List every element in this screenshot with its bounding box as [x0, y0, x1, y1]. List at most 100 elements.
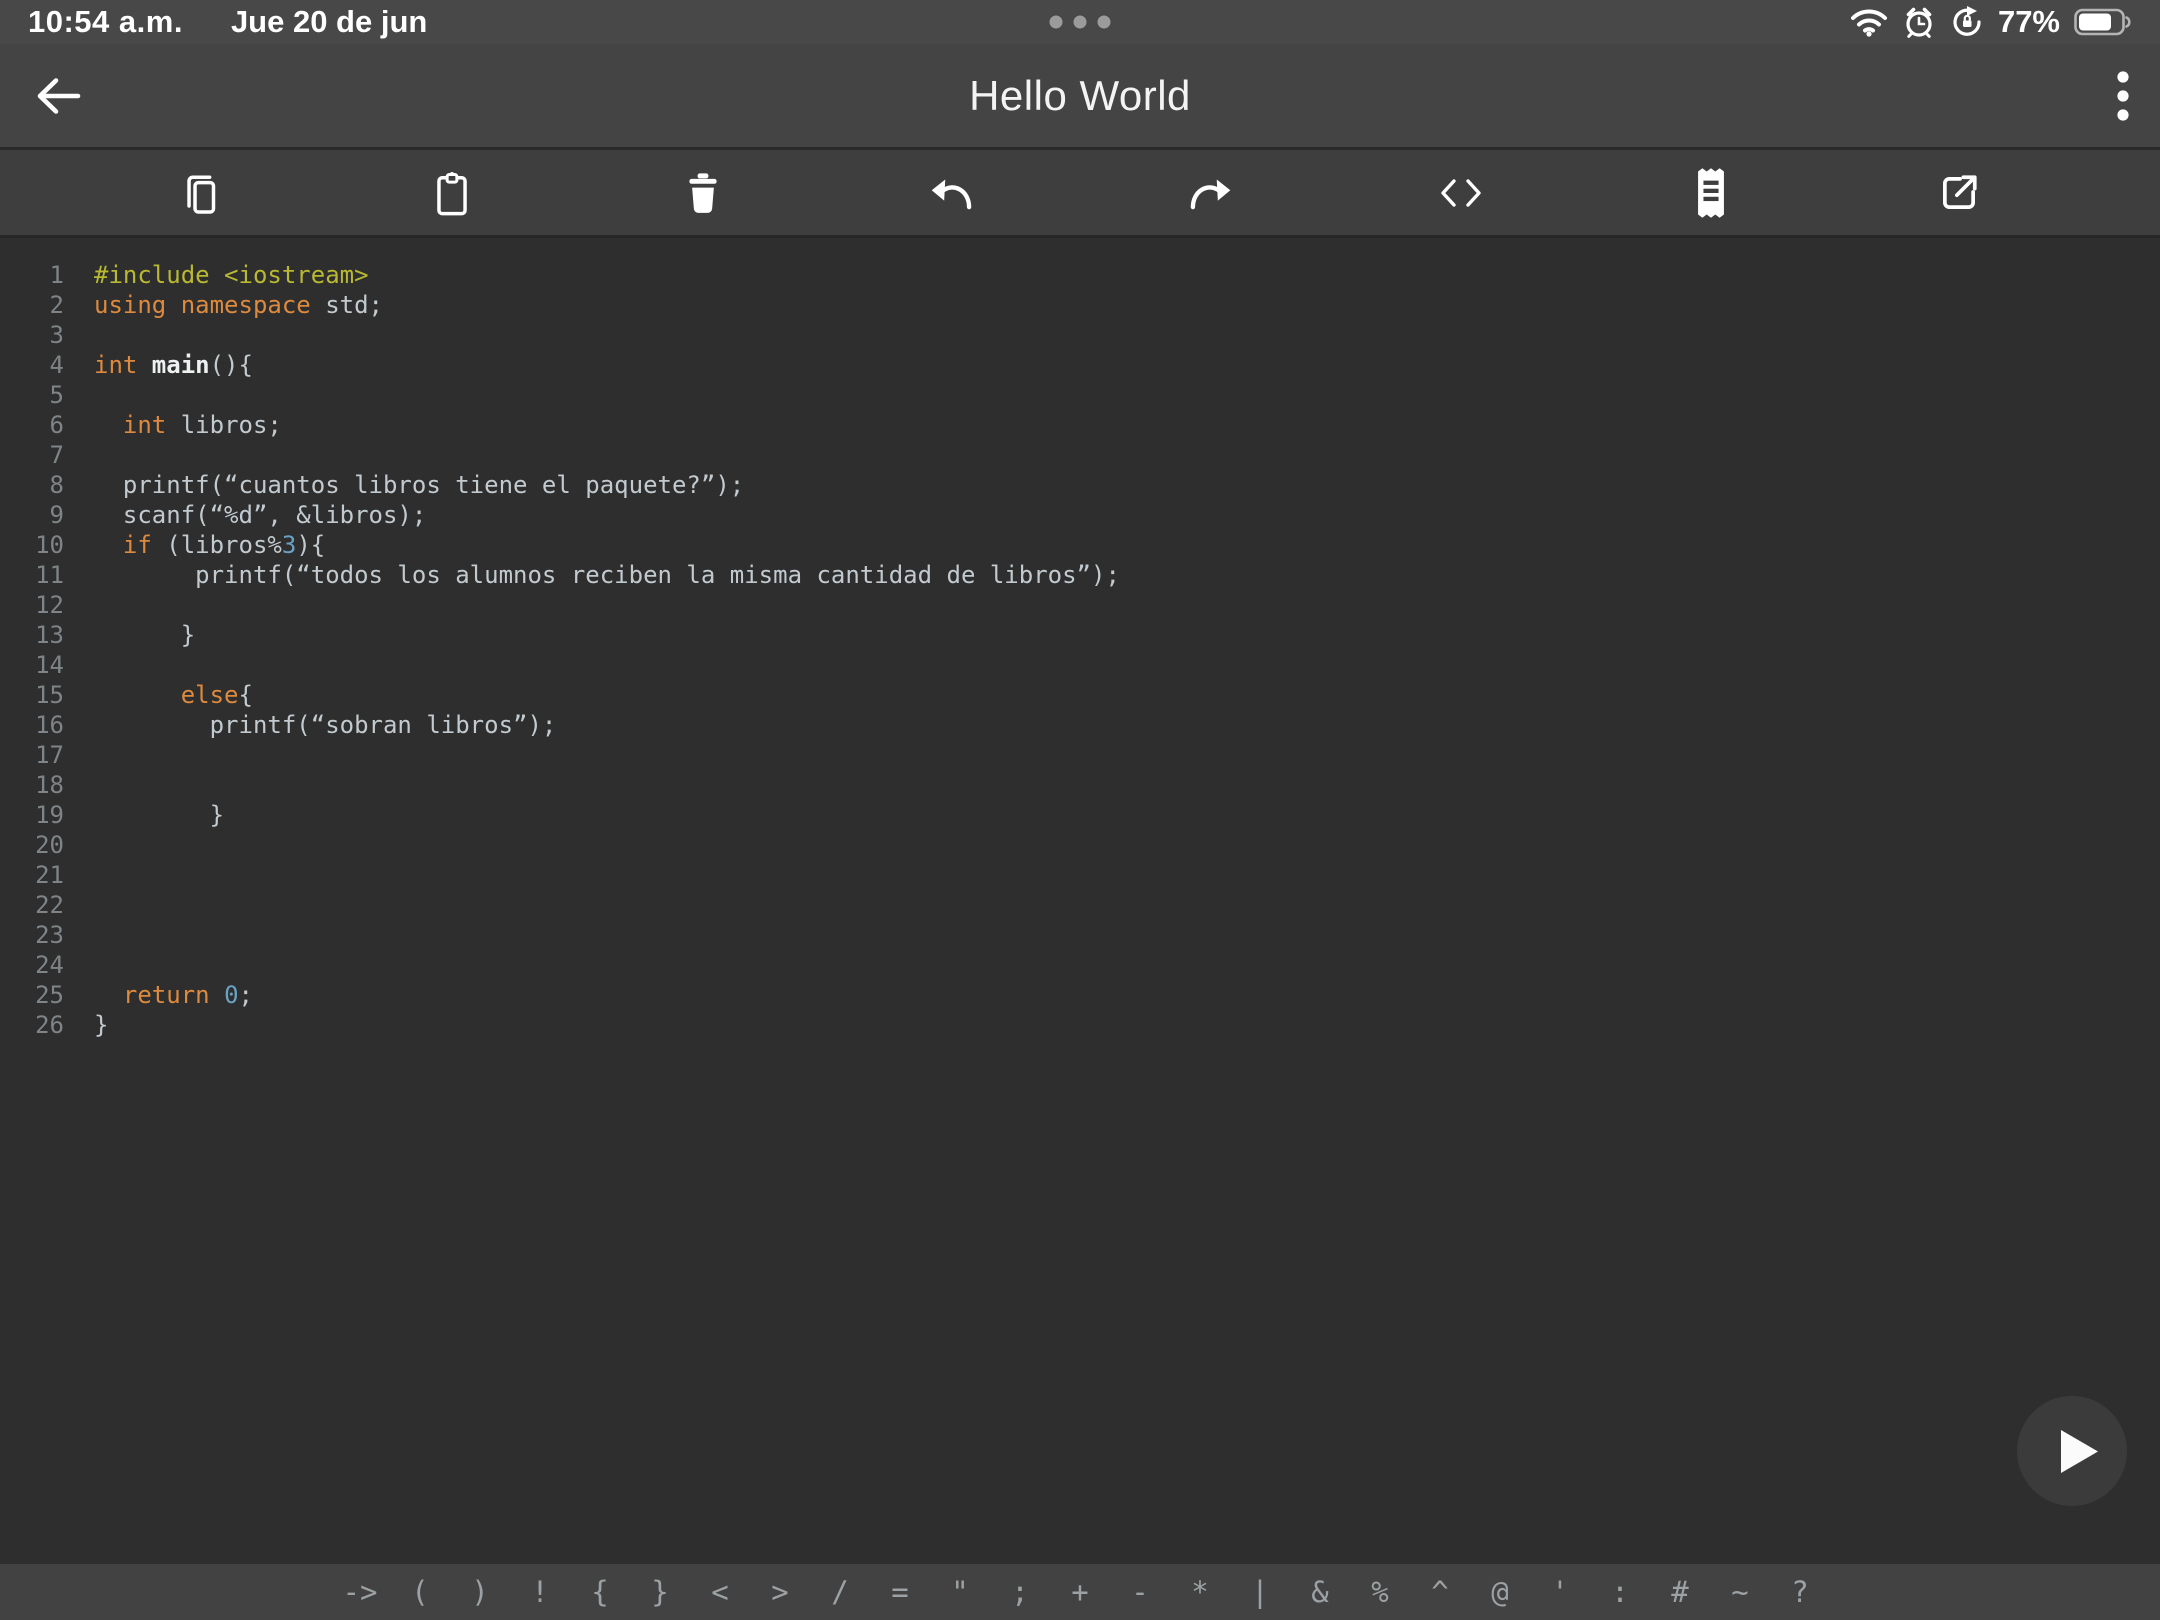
- open-external-button[interactable]: [1930, 164, 1988, 222]
- code-line: 14: [0, 650, 2160, 680]
- code-lines: 1 #include <iostream>2using namespace std…: [0, 260, 2160, 1040]
- symbol-key[interactable]: <: [690, 1564, 750, 1620]
- code-line: 21: [0, 860, 2160, 890]
- code-text: using namespace std;: [94, 290, 383, 320]
- orientation-lock-icon: [1950, 5, 1984, 39]
- line-number: 7: [0, 440, 64, 470]
- overflow-menu-button[interactable]: [2116, 69, 2130, 123]
- multitask-handle-icon[interactable]: [1050, 16, 1111, 29]
- code-editor[interactable]: 1 #include <iostream>2using namespace std…: [0, 238, 2160, 1040]
- symbol-key[interactable]: &: [1290, 1564, 1350, 1620]
- symbol-key[interactable]: ^: [1410, 1564, 1470, 1620]
- code-text: return 0;: [94, 980, 253, 1010]
- symbol-key[interactable]: :: [1590, 1564, 1650, 1620]
- symbol-key[interactable]: !: [510, 1564, 570, 1620]
- code-line: 9 scanf(“%d”, &libros);: [0, 500, 2160, 530]
- symbol-key[interactable]: %: [1350, 1564, 1410, 1620]
- symbol-key[interactable]: ~: [1710, 1564, 1770, 1620]
- line-number: 22: [0, 890, 64, 920]
- code-text: scanf(“%d”, &libros);: [94, 500, 426, 530]
- line-number: 25: [0, 980, 64, 1010]
- editor-toolbar: [0, 150, 2160, 238]
- code-line: 22: [0, 890, 2160, 920]
- symbol-key[interactable]: ;: [990, 1564, 1050, 1620]
- delete-button[interactable]: [674, 164, 732, 222]
- symbol-key[interactable]: *: [1170, 1564, 1230, 1620]
- run-button[interactable]: [2017, 1396, 2127, 1506]
- symbol-key[interactable]: ): [450, 1564, 510, 1620]
- copy-button[interactable]: [172, 164, 230, 222]
- symbol-key[interactable]: /: [810, 1564, 870, 1620]
- symbol-key[interactable]: #: [1650, 1564, 1710, 1620]
- status-bar: 10:54 a.m. Jue 20 de jun: [0, 0, 2160, 44]
- code-text: }: [94, 800, 224, 830]
- code-brackets-icon: [1434, 170, 1488, 216]
- code-text: }: [94, 1010, 108, 1040]
- symbol-key[interactable]: ': [1530, 1564, 1590, 1620]
- line-number: 8: [0, 470, 64, 500]
- line-number: 18: [0, 770, 64, 800]
- redo-icon: [1181, 168, 1233, 218]
- code-line: 6 int libros;: [0, 410, 2160, 440]
- output-log-button[interactable]: [1685, 161, 1737, 225]
- code-line: 15 else{: [0, 680, 2160, 710]
- back-button[interactable]: [30, 72, 86, 120]
- symbol-key[interactable]: >: [750, 1564, 810, 1620]
- code-line: 11 printf(“todos los alumnos reciben la …: [0, 560, 2160, 590]
- line-number: 11: [0, 560, 64, 590]
- line-number: 24: [0, 950, 64, 980]
- undo-icon: [929, 168, 981, 218]
- code-text: #include <iostream>: [94, 260, 369, 290]
- code-line: 8 printf(“cuantos libros tiene el paquet…: [0, 470, 2160, 500]
- redo-button[interactable]: [1177, 164, 1237, 222]
- symbol-key[interactable]: ?: [1770, 1564, 1830, 1620]
- code-line: 23: [0, 920, 2160, 950]
- play-icon: [2017, 1396, 2127, 1506]
- code-text: else{: [94, 680, 253, 710]
- code-line: 13 }: [0, 620, 2160, 650]
- undo-button[interactable]: [925, 164, 985, 222]
- code-line: 1 #include <iostream>: [0, 260, 2160, 290]
- code-line: 20: [0, 830, 2160, 860]
- symbol-key[interactable]: (: [390, 1564, 450, 1620]
- symbol-key[interactable]: @: [1470, 1564, 1530, 1620]
- paste-icon: [427, 168, 477, 218]
- line-number: 3: [0, 320, 64, 350]
- line-number: 15: [0, 680, 64, 710]
- line-number: 6: [0, 410, 64, 440]
- symbol-key[interactable]: ": [930, 1564, 990, 1620]
- symbol-key[interactable]: ->: [330, 1564, 390, 1620]
- paste-button[interactable]: [423, 164, 481, 222]
- status-right: 77%: [1850, 4, 2132, 40]
- symbol-key[interactable]: {: [570, 1564, 630, 1620]
- battery-percent: 77%: [1998, 4, 2060, 40]
- symbol-bar-keys: ->()!{}<>/=";+-*|&%^@':#~?: [330, 1564, 1830, 1620]
- code-line: 16 printf(“sobran libros”);: [0, 710, 2160, 740]
- line-number: 13: [0, 620, 64, 650]
- code-text: }: [94, 620, 195, 650]
- code-snippets-button[interactable]: [1430, 166, 1492, 220]
- code-line: 12: [0, 590, 2160, 620]
- symbol-bar: ->()!{}<>/=";+-*|&%^@':#~?: [0, 1564, 2160, 1620]
- symbol-key[interactable]: +: [1050, 1564, 1110, 1620]
- receipt-icon: [1689, 165, 1733, 221]
- line-number: 1: [0, 260, 64, 290]
- title-bar: Hello World: [0, 44, 2160, 150]
- code-line: 19 }: [0, 800, 2160, 830]
- status-date: Jue 20 de jun: [231, 4, 427, 40]
- alarm-icon: [1902, 5, 1936, 39]
- code-text: if (libros%3){: [94, 530, 325, 560]
- code-line: 5: [0, 380, 2160, 410]
- code-line: 4int main(){: [0, 350, 2160, 380]
- code-text: printf(“cuantos libros tiene el paquete?…: [94, 470, 744, 500]
- symbol-key[interactable]: =: [870, 1564, 930, 1620]
- line-number: 14: [0, 650, 64, 680]
- code-line: 26}: [0, 1010, 2160, 1040]
- code-line: 24: [0, 950, 2160, 980]
- symbol-key[interactable]: -: [1110, 1564, 1170, 1620]
- symbol-key[interactable]: }: [630, 1564, 690, 1620]
- wifi-icon: [1850, 7, 1888, 37]
- code-line: 18: [0, 770, 2160, 800]
- symbol-key[interactable]: |: [1230, 1564, 1290, 1620]
- code-line: 2using namespace std;: [0, 290, 2160, 320]
